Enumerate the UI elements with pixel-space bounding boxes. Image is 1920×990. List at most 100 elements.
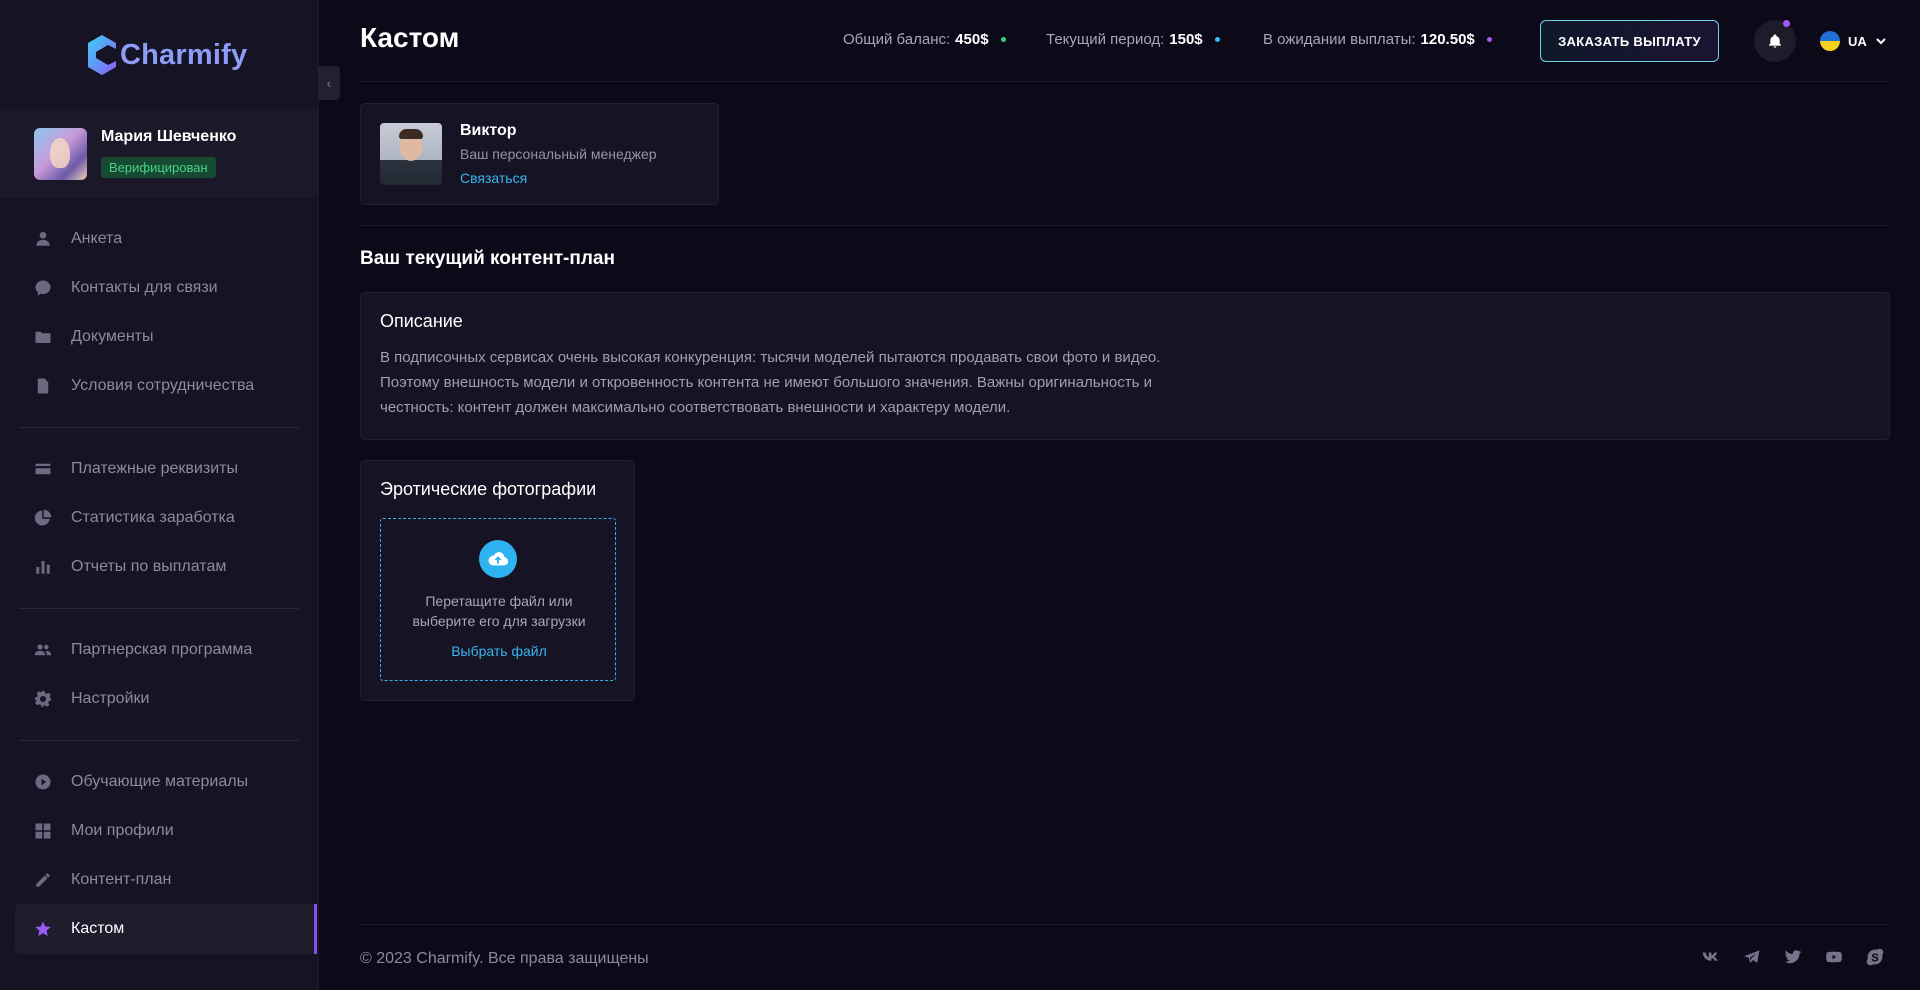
language-code: UA (1848, 33, 1867, 49)
people-icon (33, 640, 53, 660)
pending-payout-label: В ожидании выплаты: (1263, 31, 1416, 48)
manager-photo (380, 123, 442, 185)
collapse-sidebar-button[interactable]: ‹ (318, 66, 340, 100)
avatar[interactable] (34, 128, 87, 180)
sidebar-item-profile[interactable]: Анкета (15, 214, 317, 264)
bell-icon (1769, 34, 1781, 48)
description-line: честность: контент должен максимально со… (380, 399, 1011, 416)
twitter-icon[interactable] (1782, 946, 1804, 968)
status-badge: Верифицирован (101, 157, 216, 178)
sidebar-item-payment-details[interactable]: Платежные реквизиты (15, 444, 317, 494)
page-title: Кастом (360, 22, 460, 53)
file-dropzone[interactable]: Перетащите файл или выберите его для заг… (380, 518, 616, 681)
description-card: Описание В подписочных сервисах очень вы… (360, 292, 1890, 440)
sidebar-item-label: Отчеты по выплатам (71, 558, 227, 575)
current-period-value: 150$ (1169, 31, 1203, 48)
sidebar-item-terms[interactable]: Условия сотрудничества (15, 361, 317, 411)
skype-icon[interactable] (1864, 946, 1886, 968)
gear-icon (33, 689, 53, 709)
sidebar-item-documents[interactable]: Документы (15, 312, 317, 362)
sidebar-item-my-profiles[interactable]: Мои профили (15, 806, 317, 856)
bar-chart-icon (33, 557, 53, 577)
chat-icon (33, 278, 53, 298)
sidebar-item-label: Условия сотрудничества (71, 377, 255, 394)
star-icon (33, 919, 53, 939)
folder-icon (33, 327, 53, 347)
cloud-upload-icon (479, 540, 517, 578)
play-icon (33, 772, 53, 792)
section-divider (360, 225, 1890, 226)
sidebar-item-label: Настройки (71, 690, 150, 707)
choose-file-link[interactable]: Выбрать файл (381, 643, 617, 659)
sidebar-item-label: Мои профили (71, 822, 174, 839)
current-period-label: Текущий период: (1046, 31, 1165, 48)
total-balance: Общий баланс: 450$ (843, 31, 1006, 48)
sidebar-item-label: Контакты для связи (71, 279, 218, 296)
total-balance-value: 450$ (955, 31, 989, 48)
sidebar-item-learning[interactable]: Обучающие материалы (15, 757, 317, 807)
logo-text: Charmify (120, 38, 248, 71)
dropzone-hint-line: Перетащите файл или (425, 593, 573, 609)
sidebar-item-earnings-stats[interactable]: Статистика заработка (15, 493, 317, 543)
sidebar-item-contacts[interactable]: Контакты для связи (15, 263, 317, 313)
sidebar-item-label: Статистика заработка (71, 509, 235, 526)
document-icon (33, 376, 53, 396)
nav-divider (19, 427, 299, 428)
nav-divider (19, 740, 299, 741)
vk-icon[interactable] (1700, 946, 1722, 968)
grid-icon (33, 821, 53, 841)
description-text: В подписочных сервисах очень высокая кон… (380, 345, 1260, 420)
contact-manager-link[interactable]: Связаться (460, 170, 527, 186)
manager-role: Ваш персональный менеджер (460, 146, 657, 162)
pending-payout-value: 120.50$ (1420, 31, 1475, 48)
upload-title: Эротические фотографии (380, 479, 597, 499)
request-payout-button[interactable]: ЗАКАЗАТЬ ВЫПЛАТУ (1540, 20, 1719, 62)
sidebar-item-label: Анкета (71, 230, 123, 247)
sidebar-item-custom[interactable]: Кастом (15, 904, 317, 954)
status-dot (1000, 37, 1006, 42)
social-links (1700, 946, 1905, 968)
profile-card[interactable]: Мария Шевченко Верифицирован (0, 109, 319, 198)
total-balance-label: Общий баланс: (843, 31, 951, 48)
sidebar-item-label: Контент-план (71, 871, 172, 888)
sidebar-item-label: Обучающие материалы (71, 773, 249, 790)
notifications-button[interactable] (1754, 20, 1796, 62)
youtube-icon[interactable] (1823, 946, 1845, 968)
sidebar-item-content-plan[interactable]: Контент-план (15, 855, 317, 905)
sidebar-item-payout-reports[interactable]: Отчеты по выплатам (15, 542, 317, 592)
header-divider (360, 81, 1890, 82)
manager-card: Виктор Ваш персональный менеджер Связать… (360, 103, 719, 205)
description-line: В подписочных сервисах очень высокая кон… (380, 349, 1161, 366)
sidebar-item-partner-program[interactable]: Партнерская программа (15, 625, 317, 675)
manager-name: Виктор (460, 122, 517, 139)
language-selector[interactable]: UA (1820, 30, 1886, 52)
notification-dot (1783, 20, 1790, 27)
card-icon (33, 459, 53, 479)
current-period: Текущий период: 150$ (1046, 31, 1220, 48)
pie-chart-icon (33, 508, 53, 528)
status-dot (1214, 37, 1220, 42)
dropzone-hint: Перетащите файл или выберите его для заг… (381, 591, 617, 631)
dropzone-hint-line: выберите его для загрузки (412, 613, 586, 629)
status-dot (1486, 37, 1492, 42)
user-icon (33, 229, 53, 249)
description-line: Поэтому внешность модели и откровенность… (380, 374, 1152, 391)
ukraine-flag-icon (1820, 31, 1840, 51)
content-plan-title: Ваш текущий контент-план (360, 248, 615, 269)
sidebar-item-label: Партнерская программа (71, 641, 253, 658)
copyright: © 2023 Charmify. Все права защищены (360, 950, 649, 967)
pending-payout: В ожидании выплаты: 120.50$ (1263, 31, 1492, 48)
logo[interactable]: Charmify (86, 32, 247, 78)
telegram-icon[interactable] (1741, 946, 1763, 968)
profile-name: Мария Шевченко (101, 128, 237, 145)
sidebar-item-settings[interactable]: Настройки (15, 674, 317, 724)
sidebar-item-label: Документы (71, 328, 154, 345)
description-title: Описание (380, 311, 463, 331)
logo-icon (88, 35, 116, 75)
nav-divider (19, 608, 299, 609)
sidebar-item-label: Кастом (71, 920, 125, 937)
chevron-left-icon: ‹ (326, 75, 332, 91)
pencil-icon (33, 870, 53, 890)
chevron-down-icon (1876, 38, 1886, 45)
sidebar: Charmify Мария Шевченко Верифицирован Ан… (0, 0, 319, 990)
